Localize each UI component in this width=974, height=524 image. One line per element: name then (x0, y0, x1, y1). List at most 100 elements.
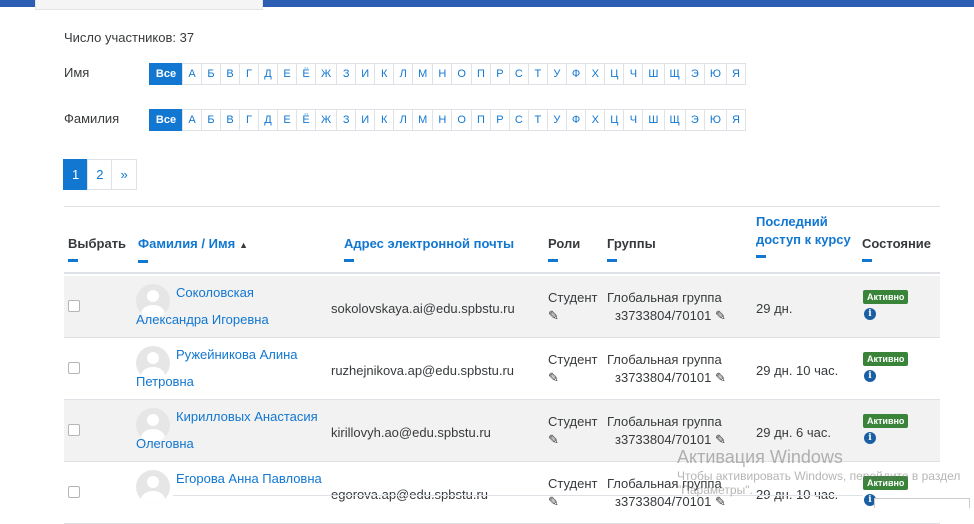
first-name-letter-0[interactable]: Все (149, 63, 183, 85)
last-name-letter-11[interactable]: К (374, 109, 395, 131)
participant-name-link[interactable]: Ружейникова Алина (176, 347, 298, 362)
first-name-letter-20[interactable]: У (546, 63, 567, 85)
participant-name-link[interactable]: Соколовская (176, 285, 254, 300)
first-name-letter-27[interactable]: Э (684, 63, 705, 85)
last-name-letter-28[interactable]: Ю (703, 109, 727, 131)
first-name-letter-18[interactable]: С (508, 63, 529, 85)
first-name-letter-26[interactable]: Щ (663, 63, 686, 85)
info-icon[interactable]: i (864, 308, 876, 320)
first-name-letter-29[interactable]: Я (725, 63, 746, 85)
name-header-link[interactable]: Фамилия / Имя (138, 236, 235, 251)
last-name-letter-24[interactable]: Ч (623, 109, 644, 131)
first-name-letter-13[interactable]: М (412, 63, 434, 85)
last-name-letter-19[interactable]: Т (527, 109, 548, 131)
collapse-select-icon[interactable] (68, 259, 78, 262)
row-select-checkbox[interactable] (68, 424, 80, 436)
next-page-button[interactable]: » (111, 159, 137, 190)
edit-role-pencil-icon[interactable]: ✎ (548, 308, 559, 324)
last-name-letter-27[interactable]: Э (684, 109, 705, 131)
first-name-letter-1[interactable]: А (182, 63, 202, 85)
first-name-letter-17[interactable]: Р (489, 63, 510, 85)
select-header[interactable]: Выбрать (68, 235, 126, 262)
last-access-header-line1[interactable]: Последний (756, 214, 828, 229)
participant-name-link[interactable]: Кирилловых Анастасия (176, 409, 318, 424)
first-name-letter-28[interactable]: Ю (703, 63, 727, 85)
first-name-letter-10[interactable]: И (355, 63, 376, 85)
collapse-name-icon[interactable] (138, 260, 148, 263)
first-name-letter-24[interactable]: Ч (623, 63, 644, 85)
participant-name-link-cont[interactable]: Александра Игоревна (136, 312, 269, 327)
first-name-letter-23[interactable]: Ц (604, 63, 625, 85)
bottom-control (874, 498, 970, 508)
first-name-letter-3[interactable]: В (220, 63, 240, 85)
edit-group-pencil-icon[interactable]: ✎ (715, 308, 726, 323)
first-name-letter-16[interactable]: П (470, 63, 491, 85)
row-select-checkbox[interactable] (68, 300, 80, 312)
first-name-letter-22[interactable]: Х (585, 63, 606, 85)
last-name-letter-4[interactable]: Г (239, 109, 259, 131)
email-header[interactable]: Адрес электронной почты (344, 235, 514, 262)
edit-group-pencil-icon[interactable]: ✎ (715, 432, 726, 447)
last-access-header-line2[interactable]: доступ к курсу (756, 232, 851, 247)
last-name-letter-0[interactable]: Все (149, 109, 183, 131)
edit-role-pencil-icon[interactable]: ✎ (548, 494, 559, 510)
collapse-last-access-icon[interactable] (756, 255, 766, 258)
participant-name-link-cont[interactable]: Петровна (136, 374, 194, 389)
last-name-letter-3[interactable]: В (220, 109, 240, 131)
last-name-letter-7[interactable]: Ё (296, 109, 316, 131)
last-name-letter-6[interactable]: Е (277, 109, 297, 131)
collapse-status-icon[interactable] (862, 259, 872, 262)
last-name-letter-12[interactable]: Л (393, 109, 414, 131)
last-name-letter-16[interactable]: П (470, 109, 491, 131)
first-name-letter-25[interactable]: Ш (642, 63, 665, 85)
last-name-letter-15[interactable]: О (451, 109, 472, 131)
first-name-letter-4[interactable]: Г (239, 63, 259, 85)
last-name-letter-22[interactable]: Х (585, 109, 606, 131)
collapse-email-icon[interactable] (344, 259, 354, 262)
last-name-letter-20[interactable]: У (546, 109, 567, 131)
info-icon[interactable]: i (864, 432, 876, 444)
last-name-letter-2[interactable]: Б (201, 109, 221, 131)
first-name-letter-8[interactable]: Ж (315, 63, 338, 85)
last-name-letter-29[interactable]: Я (725, 109, 746, 131)
last-name-letter-8[interactable]: Ж (315, 109, 338, 131)
collapse-roles-icon[interactable] (548, 259, 558, 262)
last-name-letter-9[interactable]: З (336, 109, 357, 131)
last-name-letter-10[interactable]: И (355, 109, 376, 131)
last-name-letter-18[interactable]: С (508, 109, 529, 131)
first-name-letter-5[interactable]: Д (258, 63, 278, 85)
row-select-checkbox[interactable] (68, 362, 80, 374)
first-name-letter-2[interactable]: Б (201, 63, 221, 85)
first-name-letter-6[interactable]: Е (277, 63, 297, 85)
info-icon[interactable]: i (864, 370, 876, 382)
last-access-header[interactable]: Последний доступ к курсу (756, 213, 851, 258)
edit-group-pencil-icon[interactable]: ✎ (715, 370, 726, 385)
first-name-letter-14[interactable]: Н (432, 63, 453, 85)
first-name-letter-12[interactable]: Л (393, 63, 414, 85)
last-name-letter-1[interactable]: А (182, 109, 202, 131)
name-header[interactable]: Фамилия / Имя ▲ (138, 235, 248, 263)
last-name-letter-21[interactable]: Ф (565, 109, 587, 131)
first-name-letter-9[interactable]: З (336, 63, 357, 85)
row-select-checkbox[interactable] (68, 486, 80, 498)
last-name-letter-13[interactable]: М (412, 109, 434, 131)
edit-role-pencil-icon[interactable]: ✎ (548, 432, 559, 448)
collapse-groups-icon[interactable] (607, 259, 617, 262)
last-name-letter-25[interactable]: Ш (642, 109, 665, 131)
edit-role-pencil-icon[interactable]: ✎ (548, 370, 559, 386)
last-name-letter-17[interactable]: Р (489, 109, 510, 131)
first-name-letter-11[interactable]: К (374, 63, 395, 85)
first-name-letter-7[interactable]: Ё (296, 63, 316, 85)
page-1-button[interactable]: 1 (63, 159, 89, 190)
last-name-letter-14[interactable]: Н (432, 109, 453, 131)
last-name-letter-5[interactable]: Д (258, 109, 278, 131)
first-name-letter-15[interactable]: О (451, 63, 472, 85)
participant-name-link[interactable]: Егорова Анна Павловна (176, 471, 322, 486)
last-name-letter-23[interactable]: Ц (604, 109, 625, 131)
page-2-button[interactable]: 2 (87, 159, 113, 190)
last-name-letter-26[interactable]: Щ (663, 109, 686, 131)
email-header-link[interactable]: Адрес электронной почты (344, 236, 514, 251)
first-name-letter-21[interactable]: Ф (565, 63, 587, 85)
first-name-letter-19[interactable]: Т (527, 63, 548, 85)
participant-name-link-cont[interactable]: Олеговна (136, 436, 194, 451)
